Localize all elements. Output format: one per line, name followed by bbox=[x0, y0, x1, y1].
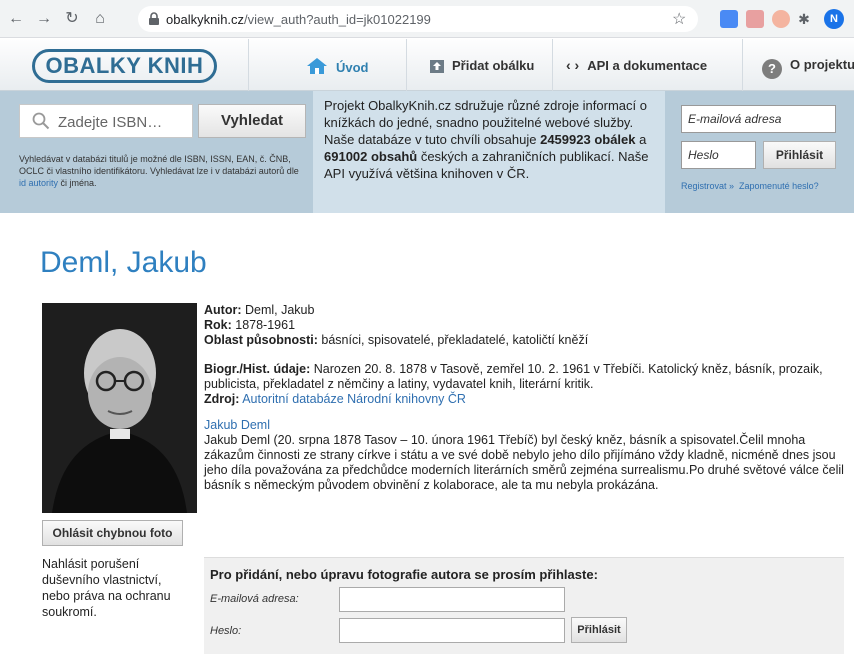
bio-label: Biogr./Hist. údaje: bbox=[204, 362, 311, 376]
isbn-search-input[interactable]: Zadejte ISBN… bbox=[19, 104, 193, 138]
nav-add-cover-label: Přidat obálku bbox=[452, 58, 535, 73]
bookmark-star-icon[interactable]: ☆ bbox=[672, 9, 686, 29]
home-icon bbox=[307, 58, 327, 74]
home-browser-icon[interactable]: ⌂ bbox=[90, 9, 110, 29]
contents-count: 691002 obsahů bbox=[324, 149, 418, 164]
browser-toolbar: ← → ↻ ⌂ obalkyknih.cz/view_auth?auth_id=… bbox=[0, 0, 854, 38]
extension-icon-2[interactable] bbox=[772, 10, 790, 28]
search-placeholder: Zadejte ISBN… bbox=[58, 114, 163, 131]
puzzle-icon[interactable]: ✱ bbox=[794, 9, 814, 29]
nav-home[interactable]: Úvod bbox=[306, 57, 369, 75]
source-row: Zdroj: Autoritní databáze Národní knihov… bbox=[204, 392, 844, 407]
wiki-title-link[interactable]: Jakub Deml bbox=[204, 418, 844, 433]
wiki-text: Jakub Deml (20. srpna 1878 Tasov – 10. ú… bbox=[204, 433, 844, 492]
nav-api-label: API a dokumentace bbox=[587, 58, 708, 73]
url-path: /view_auth?auth_id=jk01022199 bbox=[244, 12, 431, 27]
report-photo-button[interactable]: Ohlásit chybnou foto bbox=[42, 520, 183, 546]
year-value: 1878-1961 bbox=[231, 318, 296, 332]
photo-auth-panel: Pro přidání, nebo úpravu fotografie auto… bbox=[204, 557, 844, 654]
source-label: Zdroj: bbox=[204, 392, 240, 406]
auth-panel-title: Pro přidání, nebo úpravu fotografie auto… bbox=[210, 567, 598, 582]
auth-email-input[interactable] bbox=[339, 587, 565, 612]
authority-id-link[interactable]: id autority bbox=[19, 178, 58, 188]
nav-divider bbox=[406, 39, 407, 91]
author-label: Autor: bbox=[204, 303, 242, 317]
url-domain: obalkyknih.cz bbox=[166, 12, 245, 27]
translate-extension-icon[interactable] bbox=[720, 10, 738, 28]
nav-api[interactable]: ‹ › API a dokumentace bbox=[566, 57, 707, 73]
bio-row: Biogr./Hist. údaje: Narozen 20. 8. 1878 … bbox=[204, 362, 844, 392]
year-row: Rok: 1878-1961 bbox=[204, 318, 844, 333]
author-value: Deml, Jakub bbox=[241, 303, 315, 317]
extension-icon[interactable] bbox=[746, 10, 764, 28]
nav-about-label: O projektu bbox=[790, 57, 854, 72]
upload-icon bbox=[430, 60, 444, 73]
search-button[interactable]: Vyhledat bbox=[198, 104, 306, 138]
year-label: Rok: bbox=[204, 318, 232, 332]
site-logo[interactable]: OBALKY KNIH bbox=[32, 49, 217, 83]
nav-divider bbox=[552, 39, 553, 91]
help-icon: ? bbox=[762, 59, 782, 79]
auth-email-label: E-mailová adresa: bbox=[210, 593, 299, 605]
covers-count: 2459923 obálek bbox=[540, 132, 636, 147]
nav-divider bbox=[742, 39, 743, 91]
author-photo bbox=[42, 303, 197, 513]
author-row: Autor: Deml, Jakub bbox=[204, 303, 844, 318]
auth-password-label: Heslo: bbox=[210, 625, 242, 637]
search-help-prefix: Vyhledávat v databázi titulů je možné dl… bbox=[19, 154, 299, 176]
search-login-band: Zadejte ISBN… Vyhledat Vyhledávat v data… bbox=[0, 91, 854, 213]
profile-avatar[interactable]: N bbox=[824, 9, 844, 29]
area-value: básníci, spisovatelé, překladatelé, kato… bbox=[317, 333, 589, 347]
address-bar[interactable]: obalkyknih.cz/view_auth?auth_id=jk010221… bbox=[138, 6, 698, 32]
code-icon: ‹ › bbox=[566, 57, 580, 73]
register-link[interactable]: Registrovat » bbox=[681, 181, 734, 191]
login-password-field[interactable]: Heslo bbox=[681, 141, 756, 169]
forgot-password-link[interactable]: Zapomenuté heslo? bbox=[739, 181, 819, 191]
search-icon bbox=[32, 112, 50, 130]
nav-about[interactable]: ? O projektu bbox=[762, 57, 854, 79]
back-icon[interactable]: ← bbox=[6, 9, 26, 29]
info-text-mid: a bbox=[635, 132, 647, 147]
author-details: Autor: Deml, Jakub Rok: 1878-1961 Oblast… bbox=[204, 303, 844, 493]
nav-home-label: Úvod bbox=[336, 60, 369, 75]
project-info: Projekt ObalkyKnih.cz sdružuje různé zdr… bbox=[313, 91, 665, 213]
auth-password-input[interactable] bbox=[339, 618, 565, 643]
area-label: Oblast působnosti: bbox=[204, 333, 318, 347]
login-button[interactable]: Přihlásit bbox=[763, 141, 836, 169]
search-help-suffix: či jména. bbox=[58, 178, 97, 188]
area-row: Oblast působnosti: básníci, spisovatelé,… bbox=[204, 333, 844, 348]
rights-violation-link[interactable]: Nahlásit porušení duševního vlastnictví,… bbox=[42, 556, 192, 620]
login-links: Registrovat » Zapomenuté heslo? bbox=[681, 181, 819, 191]
login-email-field[interactable]: E-mailová adresa bbox=[681, 105, 836, 133]
url-text: obalkyknih.cz/view_auth?auth_id=jk010221… bbox=[166, 12, 431, 27]
source-link[interactable]: Autoritní databáze Národní knihovny ČR bbox=[242, 392, 466, 406]
reload-icon[interactable]: ↻ bbox=[62, 9, 82, 29]
lock-icon bbox=[149, 12, 159, 25]
forward-icon[interactable]: → bbox=[34, 9, 54, 29]
portrait-image bbox=[42, 303, 197, 513]
page-title: Deml, Jakub bbox=[40, 246, 207, 279]
nav-add-cover[interactable]: Přidat obálku bbox=[430, 57, 534, 73]
search-help-text: Vyhledávat v databázi titulů je možné dl… bbox=[19, 153, 304, 189]
site-header: OBALKY KNIH Úvod Přidat obálku ‹ › API a … bbox=[0, 39, 854, 91]
auth-login-button[interactable]: Přihlásit bbox=[571, 617, 627, 643]
nav-divider bbox=[248, 39, 249, 91]
